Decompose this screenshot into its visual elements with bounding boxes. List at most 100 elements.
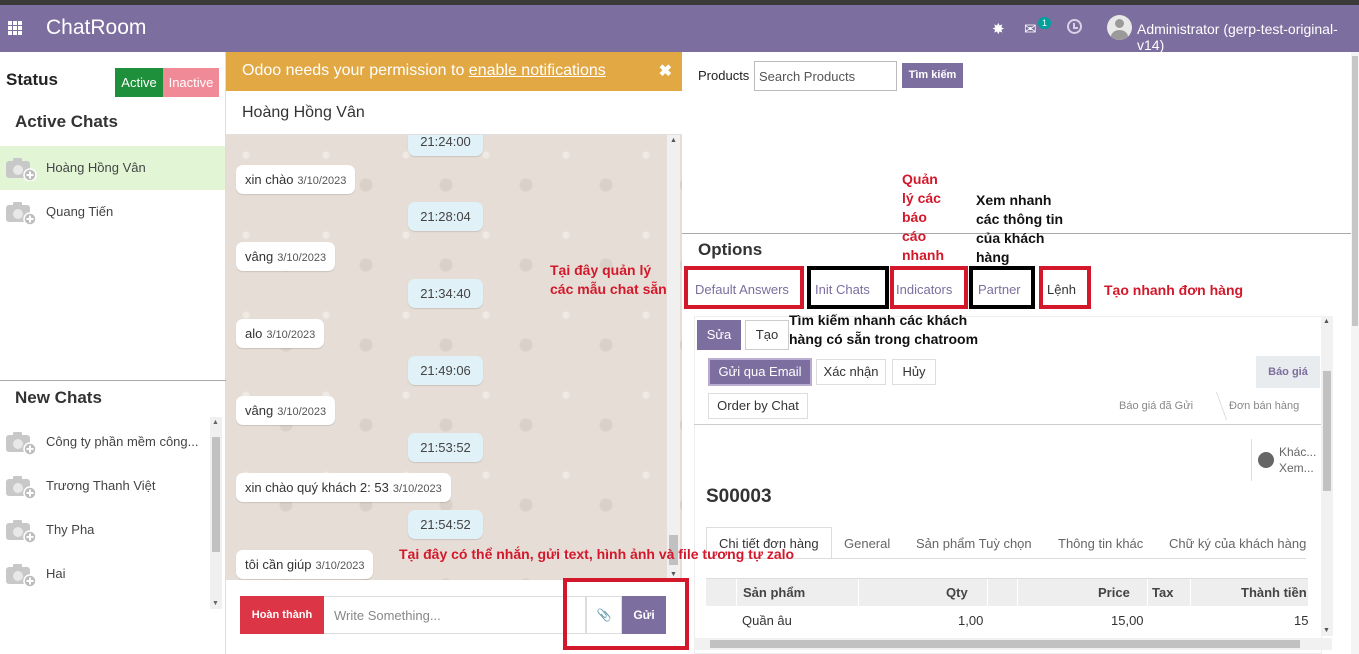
top-navbar: ChatRoom ✸ ✉ 1 Administrator (gerp-test-… — [0, 0, 1359, 53]
camera-add-icon — [6, 520, 37, 543]
status-inactive-button[interactable]: Inactive — [163, 68, 219, 97]
edit-button[interactable]: Sửa — [697, 320, 741, 350]
annotation-box-partner — [969, 266, 1035, 309]
column-separator — [736, 579, 737, 607]
column-separator — [1147, 579, 1148, 607]
annotation-init-chats-note: Tìm kiếm nhanh các khách hàng có sẵn tro… — [789, 312, 979, 347]
finish-chat-button[interactable]: Hoàn thành — [240, 596, 324, 634]
tab-customer-signature[interactable]: Chữ ký của khách hàng — [1169, 536, 1306, 551]
enable-notifications-link[interactable]: enable notifications — [469, 62, 606, 79]
camera-add-icon — [6, 432, 37, 455]
scroll-up-icon[interactable]: ▲ — [1323, 318, 1330, 325]
new-chat-item[interactable]: Thy Pha — [0, 508, 225, 552]
scroll-thumb[interactable] — [710, 640, 1300, 648]
camera-add-icon — [6, 476, 37, 499]
message-out: 21:54:52 — [408, 510, 483, 539]
send-email-button[interactable]: Gửi qua Email — [708, 358, 812, 386]
active-chats-title: Active Chats — [15, 112, 118, 131]
annotation-partner-note: Xem nhanh các thông tin của khách hàng — [976, 192, 1064, 265]
product-search-input[interactable] — [754, 61, 897, 91]
notification-text: Odoo needs your permission to — [242, 62, 469, 79]
new-chats-scrollbar[interactable]: ▲ ▼ — [210, 417, 222, 609]
create-button[interactable]: Tạo — [745, 320, 789, 350]
scroll-thumb[interactable] — [1352, 56, 1358, 326]
scroll-up-icon[interactable]: ▲ — [212, 419, 219, 426]
app-title: ChatRoom — [46, 16, 147, 39]
message-scrollbar[interactable]: ▲ ▼ — [667, 135, 680, 580]
scroll-down-icon[interactable]: ▼ — [212, 600, 219, 607]
annotation-templates-note: Tại đây quản lý các mẫu chat sẵn — [550, 262, 667, 297]
smart-button-label: Khác... — [1279, 445, 1317, 459]
message-in: vâng 3/10/2023 — [236, 396, 336, 425]
scroll-thumb[interactable] — [1323, 371, 1331, 491]
order-line-subtotal[interactable]: 15 — [1294, 613, 1308, 628]
column-header-subtotal[interactable]: Thành tiền — [1241, 585, 1307, 600]
status-label: Status — [6, 70, 58, 89]
chat-header: Hoàng Hồng Vân — [226, 91, 682, 135]
order-line-qty[interactable]: 1,00 — [958, 613, 983, 628]
message-in: alo 3/10/2023 — [236, 319, 325, 348]
message-text: vâng — [245, 403, 274, 418]
chat-sidebar: Status Active Inactive Active Chats Hoàn… — [0, 52, 226, 654]
status-stage-quote-sent[interactable]: Báo giá đã Gửi — [1119, 400, 1193, 412]
message-list: 21:24:00 xin chào 3/10/2023 21:28:04 vâng… — [226, 135, 682, 580]
chat-item-name: Quang Tiến — [46, 204, 114, 219]
message-text: vâng — [245, 249, 274, 264]
tab-general[interactable]: General — [844, 536, 890, 551]
options-title: Options — [698, 240, 763, 259]
page-scrollbar[interactable] — [1351, 52, 1359, 654]
form-sheet-divider — [694, 424, 1322, 425]
order-line-product[interactable]: Quần âu — [742, 613, 792, 628]
new-chat-item[interactable]: Công ty phần mềm công... — [0, 420, 225, 464]
column-separator — [858, 579, 859, 607]
activity-clock-icon[interactable] — [1067, 19, 1082, 34]
product-search-button[interactable]: Tìm kiếm — [902, 63, 963, 88]
cancel-button[interactable]: Hủy — [892, 359, 936, 385]
scroll-up-icon[interactable]: ▲ — [670, 137, 677, 144]
user-avatar[interactable] — [1107, 15, 1132, 40]
section-divider — [0, 380, 226, 381]
scroll-thumb[interactable] — [212, 437, 220, 552]
debug-bug-icon[interactable]: ✸ — [992, 20, 1005, 38]
message-text: xin chào — [245, 172, 294, 187]
website-smart-button[interactable]: Khác... Xem... — [1251, 439, 1321, 481]
column-header-product[interactable]: Sản phẩm — [743, 585, 805, 600]
column-header-price[interactable]: Price — [1098, 585, 1130, 600]
message-input[interactable] — [324, 596, 586, 634]
user-menu[interactable]: Administrator (gerp-test-original-v14) — [1137, 21, 1359, 53]
annotation-box-init-chats — [807, 266, 889, 309]
status-stage-sales-order[interactable]: Đơn bán hàng — [1229, 400, 1299, 412]
tab-optional-products[interactable]: Sản phẩm Tuỳ chọn — [916, 536, 1032, 551]
horizontal-scrollbar[interactable] — [694, 638, 1332, 650]
order-number: S00003 — [706, 486, 772, 507]
form-scrollbar[interactable]: ▲ ▼ — [1321, 316, 1333, 636]
status-active-button[interactable]: Active — [115, 68, 163, 97]
active-chat-item[interactable]: Hoàng Hồng Vân — [0, 146, 225, 190]
new-chat-item[interactable]: Trương Thanh Việt — [0, 464, 225, 508]
new-chat-item[interactable]: Hai — [0, 552, 225, 596]
close-icon[interactable]: ✖ — [659, 61, 672, 81]
annotation-box-composer — [563, 578, 689, 650]
message-out: 21:34:40 — [408, 279, 483, 308]
chat-item-name: Thy Pha — [46, 522, 95, 537]
message-out: 21:49:06 — [408, 356, 483, 385]
chat-item-name: Hoàng Hồng Vân — [46, 160, 146, 175]
products-label: Products — [698, 68, 750, 83]
scroll-down-icon[interactable]: ▼ — [670, 571, 677, 578]
apps-menu-icon[interactable] — [8, 21, 22, 35]
column-header-tax[interactable]: Tax — [1152, 585, 1173, 600]
confirm-button[interactable]: Xác nhận — [816, 359, 886, 385]
tab-other-info[interactable]: Thông tin khác — [1058, 536, 1143, 551]
order-line-price[interactable]: 15,00 — [1111, 613, 1144, 628]
annotation-box-command — [1039, 266, 1091, 309]
order-by-chat-button[interactable]: Order by Chat — [708, 393, 808, 419]
messaging-icon[interactable]: ✉ — [1024, 20, 1037, 38]
status-quotation-button[interactable]: Báo giá — [1256, 356, 1320, 388]
scroll-down-icon[interactable]: ▼ — [1323, 627, 1330, 634]
notebook-divider — [706, 558, 1306, 559]
globe-icon — [1258, 452, 1274, 468]
column-header-qty[interactable]: Qty — [946, 585, 968, 600]
active-chat-item[interactable]: Quang Tiến — [0, 190, 225, 234]
message-text: alo — [245, 326, 263, 341]
message-out: 21:28:04 — [408, 202, 483, 231]
